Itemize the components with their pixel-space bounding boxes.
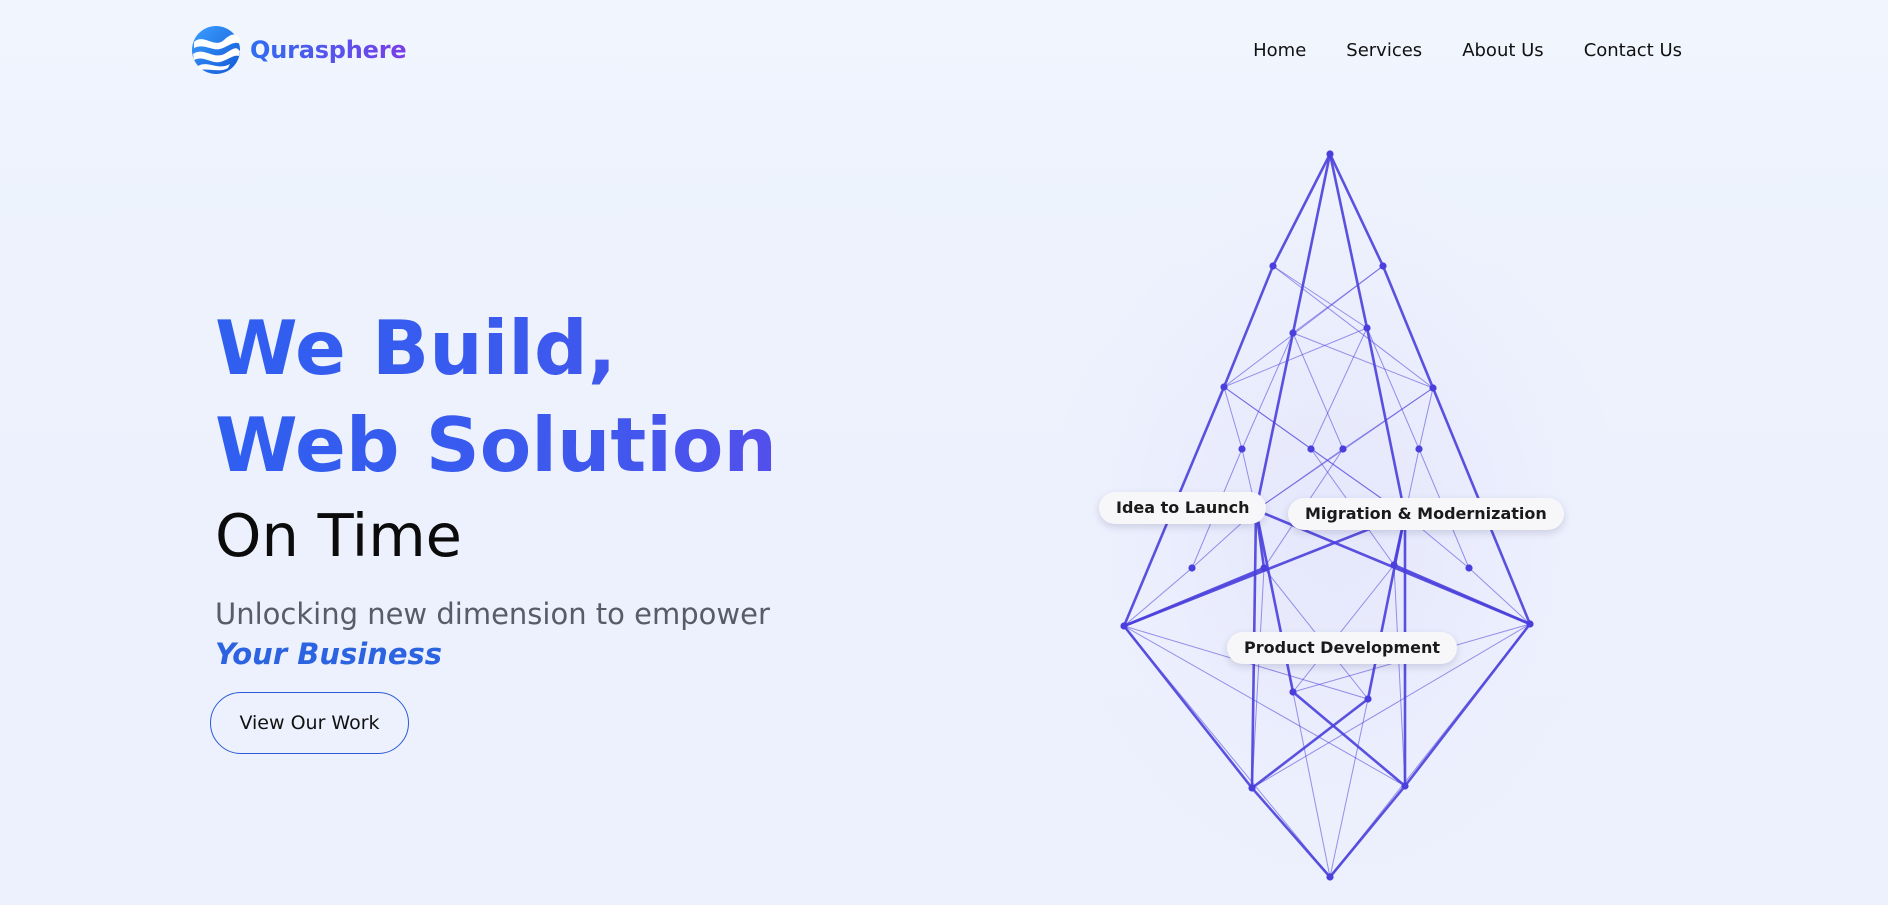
view-our-work-button[interactable]: View Our Work (210, 692, 409, 754)
wireframe-edge (1418, 387, 1434, 450)
nav-item-home[interactable]: Home (1253, 40, 1306, 61)
hero-heading-line-1: We Build, (215, 300, 915, 397)
wireframe-edge (1328, 784, 1407, 879)
wireframe-edge (1250, 786, 1332, 879)
wireframe-node (1289, 688, 1297, 696)
wireframe-edge (1310, 327, 1368, 450)
wireframe-edge (1291, 690, 1407, 788)
brand-logo-link[interactable]: Qurasphere (190, 23, 407, 77)
wireframe-node (1260, 564, 1268, 572)
wireframe-node (1339, 445, 1347, 453)
wireframe-edge (1254, 508, 1295, 694)
wireframe-diamond-illustration: Idea to Launch Migration & Modernization… (1080, 140, 1564, 900)
wireframe-node (1364, 695, 1372, 703)
wireframe-node (1248, 784, 1256, 792)
wireframe-node (1379, 262, 1387, 270)
wireframe-edge (1241, 332, 1294, 450)
wireframe-node (1429, 384, 1437, 392)
wireframe-node (1238, 445, 1246, 453)
nav-item-contact-us[interactable]: Contact Us (1584, 40, 1682, 61)
wireframe-edge (1393, 564, 1406, 787)
wireframe-node (1269, 262, 1277, 270)
nav-item-services[interactable]: Services (1346, 40, 1422, 61)
wireframe-node (1326, 150, 1334, 158)
wireframe-edge (1292, 332, 1434, 389)
wireframe-edge (1366, 327, 1420, 450)
main-nav: Home Services About Us Contact Us (1253, 40, 1682, 61)
hero-heading-line-2: Web Solution (215, 397, 915, 494)
hero-tagline-emphasis: Your Business (215, 637, 443, 671)
wireframe-node (1465, 564, 1473, 572)
wireframe-node (1120, 622, 1128, 630)
wireframe-edge (1272, 265, 1368, 329)
wireframe-node (1289, 329, 1297, 337)
wireframe-edge (1123, 567, 1193, 627)
site-header: Qurasphere Home Services About Us Contac… (0, 0, 1888, 100)
wireframe-edge (1329, 698, 1369, 878)
wireframe-node (1307, 445, 1315, 453)
wireframe-edge (1292, 332, 1344, 450)
wireframe-edge (1223, 386, 1243, 450)
wireframe-edge (1365, 326, 1407, 517)
label-migration-modernization: Migration & Modernization (1288, 498, 1564, 530)
wireframe-node (1188, 564, 1196, 572)
label-idea-to-launch: Idea to Launch (1099, 492, 1267, 524)
wireframe-node (1390, 561, 1398, 569)
brand-name: Qurasphere (250, 36, 407, 64)
wireframe-edge (1271, 152, 1332, 268)
wireframe-edge (1291, 152, 1332, 335)
wireframe-node (1220, 383, 1228, 391)
wireframe-node (1363, 324, 1371, 332)
wireframe-edge (1381, 264, 1435, 390)
wireframe-node (1526, 620, 1534, 628)
hero-tagline: Unlocking new dimension to empower (215, 597, 770, 631)
hero-heading-line-3: On Time (215, 501, 462, 570)
wireframe-node (1415, 445, 1423, 453)
wireframe-edge (1468, 567, 1531, 625)
wireframe-edge (1254, 331, 1295, 512)
wireframe-node (1326, 873, 1334, 881)
label-product-development: Product Development (1227, 632, 1458, 664)
wireframe-edge (1328, 152, 1385, 268)
nav-item-about-us[interactable]: About Us (1462, 40, 1544, 61)
wireframe-edge (1292, 564, 1395, 693)
wave-sphere-logo-icon (192, 26, 240, 74)
hero-section: We Build, Web Solution On Time Unlocking… (215, 300, 915, 674)
wireframe-node (1401, 782, 1409, 790)
